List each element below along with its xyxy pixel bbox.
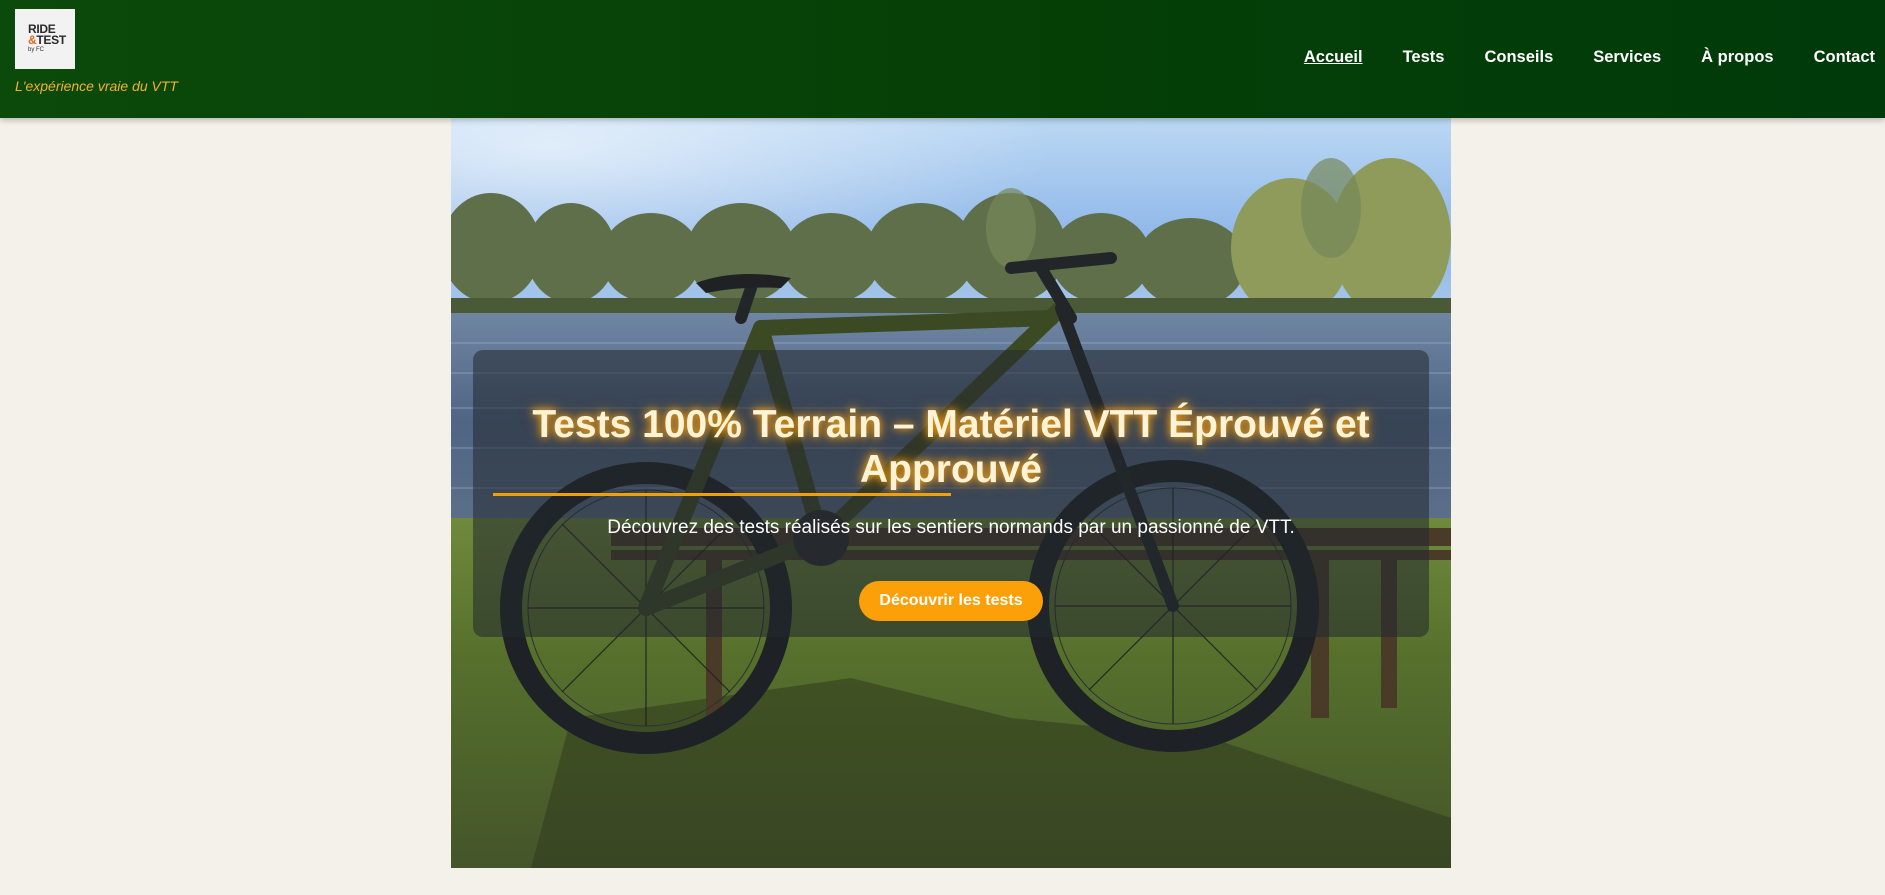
site-logo[interactable]: RIDE &TEST by FC (15, 9, 75, 69)
logo-byline: by FC (28, 47, 45, 53)
main-nav: Accueil Tests Conseils Services À propos… (1304, 48, 1875, 67)
hero-title: Tests 100% Terrain – Matériel VTT Éprouv… (532, 403, 1370, 491)
site-header: RIDE &TEST by FC L'expérience vraie du V… (0, 0, 1885, 118)
logo-text-test: &TEST (28, 33, 66, 47)
logo-test-word: TEST (36, 33, 66, 47)
nav-link-a-propos[interactable]: À propos (1701, 48, 1773, 67)
site-tagline: L'expérience vraie du VTT (15, 78, 178, 94)
nav-link-services[interactable]: Services (1593, 48, 1661, 67)
hero-section: Tests 100% Terrain – Matériel VTT Éprouv… (451, 118, 1451, 868)
nav-link-tests[interactable]: Tests (1403, 48, 1445, 67)
nav-link-contact[interactable]: Contact (1814, 48, 1875, 67)
discover-tests-button[interactable]: Découvrir les tests (859, 581, 1043, 621)
hero-subtitle: Découvrez des tests réalisés sur les sen… (607, 517, 1295, 538)
hero-title-underline (493, 493, 951, 496)
nav-link-conseils[interactable]: Conseils (1484, 48, 1553, 67)
nav-link-accueil[interactable]: Accueil (1304, 48, 1363, 67)
